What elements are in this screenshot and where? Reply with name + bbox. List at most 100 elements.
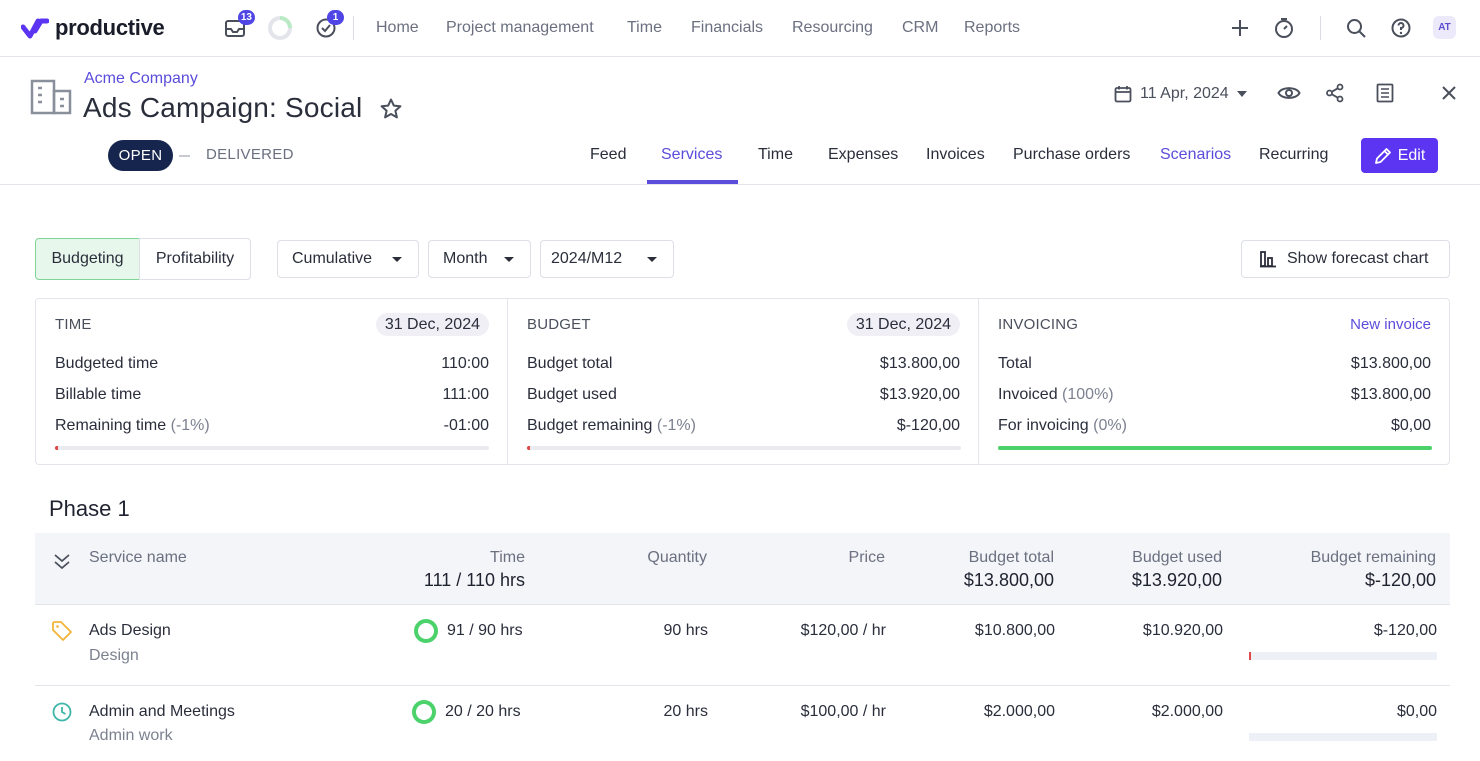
watch-button[interactable] <box>1277 81 1301 105</box>
status-open-pill[interactable]: OPEN <box>108 140 173 171</box>
nav-reports[interactable]: Reports <box>964 18 1020 38</box>
time-status-ring <box>414 619 438 643</box>
tab-recurring[interactable]: Recurring <box>1259 146 1328 164</box>
remaining-time-value: -01:00 <box>443 417 489 434</box>
budget-remaining-percent: (-1%) <box>656 417 696 434</box>
invoiced-text: Invoiced <box>998 386 1058 403</box>
table-row[interactable]: Ads Design Design 91 / 90 hrs 90 hrs $12… <box>35 605 1450 686</box>
invoicing-progress-fill <box>998 446 1432 450</box>
time-card-title: TIME <box>55 316 92 333</box>
calendar-icon <box>1114 86 1132 103</box>
share-button[interactable] <box>1323 81 1347 105</box>
col-budget-total[interactable]: Budget total <box>969 549 1054 567</box>
collapse-all-icon[interactable] <box>53 552 71 570</box>
project-date-picker[interactable]: 11 Apr, 2024 <box>1114 82 1247 106</box>
col-price[interactable]: Price <box>849 549 885 567</box>
remaining-time-label: Remaining time (-1%) <box>55 417 210 435</box>
budget-card-title: BUDGET <box>527 316 591 333</box>
col-budget-used[interactable]: Budget used <box>1132 549 1222 567</box>
service-type: Admin work <box>89 727 173 744</box>
favorite-star-icon[interactable] <box>379 97 403 121</box>
nav-crm[interactable]: CRM <box>902 18 938 38</box>
budget-card-date: 31 Dec, 2024 <box>846 313 960 336</box>
stopwatch-button[interactable] <box>1270 14 1298 42</box>
for-invoicing-percent: (0%) <box>1093 417 1127 434</box>
new-invoice-link[interactable]: New invoice <box>1350 316 1431 333</box>
pencil-icon <box>1374 147 1391 164</box>
show-forecast-chart-button[interactable]: Show forecast chart <box>1241 240 1450 278</box>
tab-time[interactable]: Time <box>758 146 793 164</box>
tasks-badge: 1 <box>327 10 344 25</box>
service-time: 20 / 20 hrs <box>445 703 521 720</box>
inbox-badge: 13 <box>237 10 255 25</box>
tab-services[interactable]: Services <box>661 146 722 164</box>
time-progress-bar <box>55 446 489 450</box>
help-button[interactable] <box>1387 14 1415 42</box>
add-button[interactable] <box>1226 14 1254 42</box>
top-navigation-bar: productive 13 1 Home Project management … <box>0 0 1480 57</box>
col-service-name[interactable]: Service name <box>89 549 187 567</box>
tab-expenses[interactable]: Expenses <box>828 146 898 164</box>
billable-time-value: 111:00 <box>442 386 489 403</box>
invoiced-label: Invoiced (100%) <box>998 386 1114 404</box>
budgeted-time-value: 110:00 <box>441 355 489 372</box>
invoicing-total-label: Total <box>998 355 1032 372</box>
table-row[interactable]: Admin and Meetings Admin work 20 / 20 hr… <box>35 686 1450 761</box>
time-progress-fill <box>55 446 58 450</box>
cumulative-select[interactable]: Cumulative <box>277 240 419 278</box>
profitability-toggle[interactable]: Profitability <box>139 238 251 280</box>
budget-remaining-label: Budget remaining (-1%) <box>527 417 696 435</box>
nav-home[interactable]: Home <box>376 18 419 38</box>
edit-button[interactable]: Edit <box>1361 138 1438 173</box>
total-time: 111 / 110 hrs <box>423 570 525 590</box>
col-quantity[interactable]: Quantity <box>647 549 707 567</box>
service-name[interactable]: Ads Design <box>89 622 171 640</box>
help-icon <box>1391 18 1411 38</box>
service-quantity: 20 hrs <box>663 703 708 720</box>
invoiced-percent: (100%) <box>1062 386 1114 403</box>
service-price: $120,00 / hr <box>800 622 886 639</box>
col-time[interactable]: Time <box>490 549 525 567</box>
nav-financials[interactable]: Financials <box>691 18 763 38</box>
service-quantity: 90 hrs <box>663 622 708 639</box>
budget-remaining-text: Budget remaining <box>527 417 653 434</box>
period-select[interactable]: Month <box>428 240 531 278</box>
status-connector <box>179 155 190 157</box>
search-button[interactable] <box>1342 14 1370 42</box>
service-budget-remaining: $-120,00 <box>1373 622 1437 639</box>
search-icon <box>1347 19 1366 38</box>
company-link[interactable]: Acme Company <box>84 70 198 88</box>
tab-scenarios[interactable]: Scenarios <box>1160 146 1231 164</box>
col-budget-remaining[interactable]: Budget remaining <box>1311 549 1436 567</box>
time-card-date: 31 Dec, 2024 <box>375 313 489 336</box>
tab-feed[interactable]: Feed <box>590 146 626 164</box>
status-delivered[interactable]: DELIVERED <box>206 146 294 163</box>
timer-progress-button[interactable] <box>266 14 294 42</box>
total-budget-used: $13.920,00 <box>1131 570 1222 590</box>
close-icon <box>1442 86 1456 100</box>
close-button[interactable] <box>1437 81 1461 105</box>
brand-name: productive <box>55 15 165 40</box>
tab-purchase-orders[interactable]: Purchase orders <box>1013 146 1130 164</box>
service-name[interactable]: Admin and Meetings <box>89 703 235 721</box>
plus-icon <box>1232 20 1248 36</box>
month-select-value: 2024/M12 <box>551 250 623 267</box>
tab-invoices[interactable]: Invoices <box>926 146 985 164</box>
tools-divider <box>1320 16 1321 40</box>
remaining-time-percent: (-1%) <box>170 417 210 434</box>
nav-divider <box>353 16 354 40</box>
budgeting-toggle[interactable]: Budgeting <box>35 238 140 280</box>
invoicing-total-value: $13.800,00 <box>1350 355 1431 372</box>
total-budget-remaining: $-120,00 <box>1364 570 1436 590</box>
nav-resourcing[interactable]: Resourcing <box>792 18 873 38</box>
month-select[interactable]: 2024/M12 <box>540 240 674 278</box>
nav-time[interactable]: Time <box>627 18 662 38</box>
notes-button[interactable] <box>1373 81 1397 105</box>
project-date: 11 Apr, 2024 <box>1140 85 1229 102</box>
inbox-button[interactable]: 13 <box>221 10 255 42</box>
cumulative-select-value: Cumulative <box>292 250 373 267</box>
nav-project-management[interactable]: Project management <box>446 18 594 38</box>
user-avatar[interactable]: AT <box>1433 16 1456 39</box>
tasks-button[interactable]: 1 <box>312 10 344 42</box>
productive-logo[interactable]: productive <box>21 14 165 42</box>
